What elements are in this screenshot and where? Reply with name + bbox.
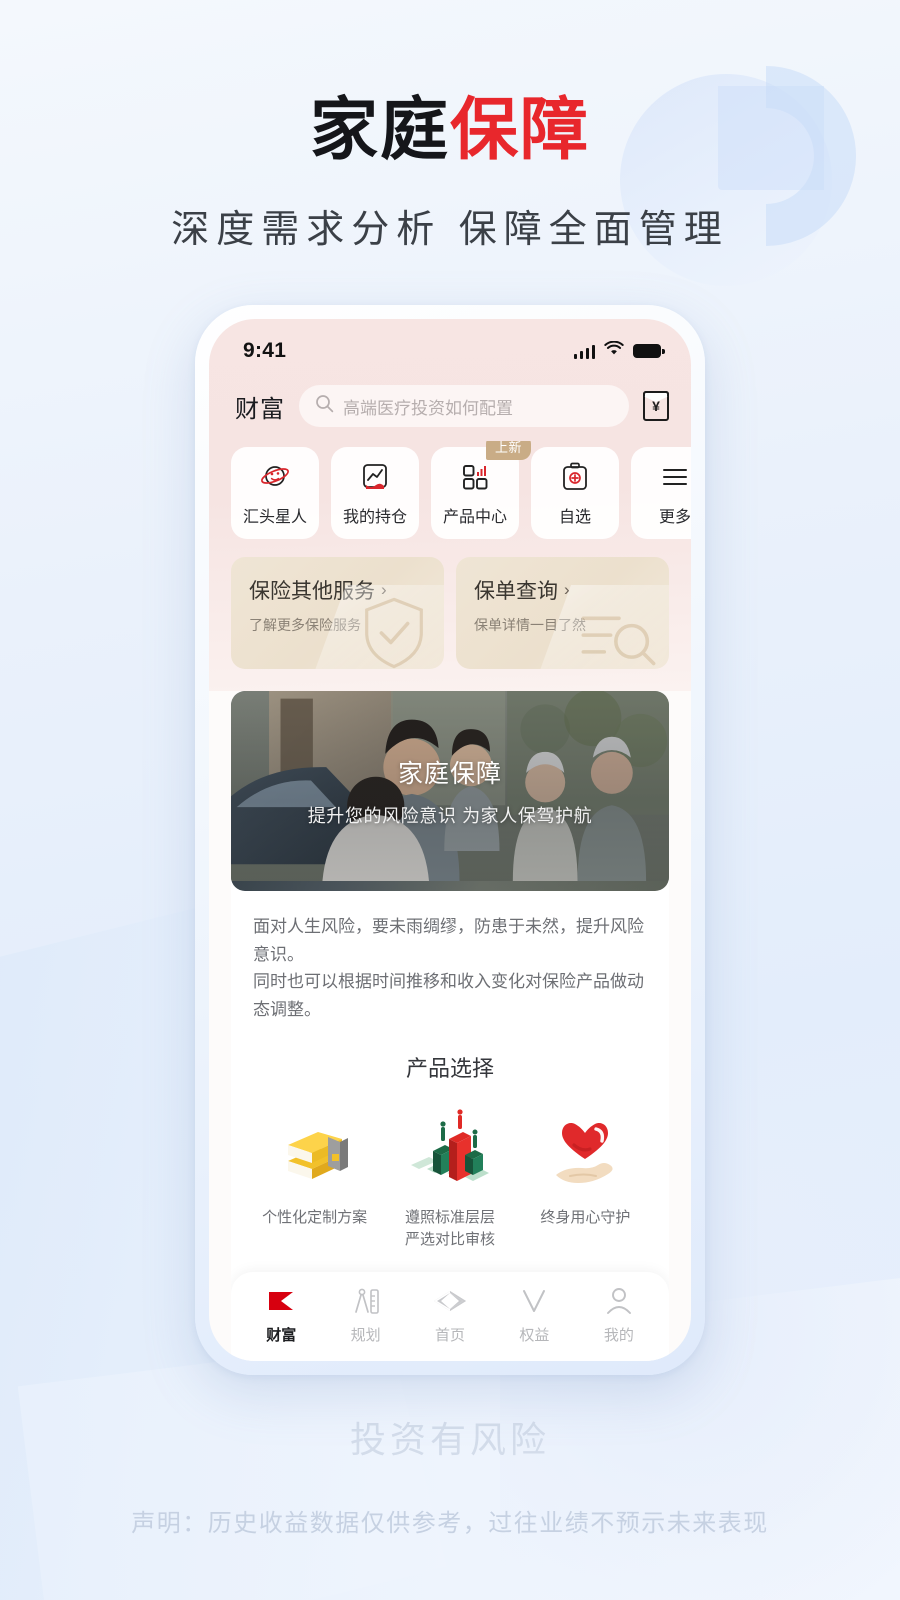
tile-my-holdings[interactable]: 我的持仓 [331, 447, 419, 539]
tile-label: 自选 [558, 508, 591, 526]
tile-product-center[interactable]: 上新 产品中心 [431, 441, 531, 539]
red-packet-icon[interactable]: ¥ [643, 391, 669, 421]
service-cards: 保险其他服务 › 了解更多保险服务 保单查询 › [209, 557, 691, 685]
app-top-region: 9:41 财富 高端医疗投资如何配置 ¥ 汇头星人 我的持仓 上新 产品中心 自… [209, 319, 691, 691]
service-card-title-text: 保单查询 [474, 580, 558, 603]
stacked-books-icon [278, 1107, 352, 1193]
service-card-policy[interactable]: 保单查询 › 保单详情一目了然 [456, 557, 669, 669]
medical-kit-plus-icon [560, 460, 590, 494]
page-title-black: 家庭 [309, 92, 450, 168]
banner-overlay: 家庭保障 提升您的风险意识 为家人保驾护航 [231, 691, 669, 891]
bottom-nav: 财富 规划 首页 权益 我的 [231, 1272, 669, 1361]
battery-icon [633, 344, 665, 358]
hero-banner[interactable]: 家庭保障 提升您的风险意识 为家人保驾护航 [231, 691, 669, 891]
feature-lifetime-care: 终身用心守护 [518, 1107, 653, 1251]
grid-products-icon [459, 460, 491, 494]
heart-in-hand-icon [546, 1107, 624, 1193]
hero-section: 家庭保障 深度需求分析 保障全面管理 [0, 0, 900, 253]
tile-label: 我的持仓 [342, 508, 407, 526]
holdings-chart-icon [359, 460, 391, 494]
document-search-icon [581, 616, 656, 666]
tile-watchlist[interactable]: 自选 [531, 447, 619, 539]
hamburger-more-icon [660, 460, 690, 494]
nav-label: 规划 [350, 1327, 381, 1344]
body-paragraph-1: 面对人生风险，要未雨绸缪，防患于未然，提升风险意识。 [253, 917, 644, 964]
feature-standard-review: 遵照标准层层 严选对比审核 [382, 1107, 517, 1251]
v-benefits-icon [520, 1286, 548, 1316]
bar-chart-city-icon [407, 1107, 493, 1193]
page-title: 家庭保障 [0, 96, 900, 164]
phone-mockup: 9:41 财富 高端医疗投资如何配置 ¥ 汇头星人 我的持仓 上新 产品中心 自… [195, 305, 705, 1375]
content-card: 家庭保障 提升您的风险意识 为家人保驾护航 面对人生风险，要未雨绸缪，防患于未然… [231, 691, 669, 1361]
quick-action-tiles: 汇头星人 我的持仓 上新 产品中心 自选 更多 [209, 441, 691, 557]
nav-item-planning[interactable]: 规划 [323, 1286, 407, 1345]
tile-label: 汇头星人 [242, 508, 307, 526]
planet-face-icon [258, 460, 292, 494]
phone-screen: 9:41 财富 高端医疗投资如何配置 ¥ 汇头星人 我的持仓 上新 产品中心 自… [209, 319, 691, 1361]
footer-headline: 投资有风险 [349, 1419, 550, 1460]
wifi-icon [604, 340, 624, 361]
search-icon [315, 394, 334, 418]
feature-label: 个性化定制方案 [262, 1209, 368, 1227]
tile-label: 产品中心 [442, 508, 507, 526]
shield-check-icon [365, 597, 423, 669]
app-header: 财富 高端医疗投资如何配置 ¥ [209, 373, 691, 441]
nav-item-home[interactable]: 首页 [408, 1286, 492, 1345]
banner-title: 家庭保障 [397, 760, 502, 788]
nav-item-profile[interactable]: 我的 [577, 1286, 661, 1345]
status-time: 9:41 [243, 339, 287, 362]
service-card-insurance[interactable]: 保险其他服务 › 了解更多保险服务 [231, 557, 444, 669]
feature-custom-plan: 个性化定制方案 [247, 1107, 382, 1251]
nav-label: 首页 [435, 1327, 466, 1344]
hsbc-hexagon-icon [433, 1286, 467, 1316]
body-copy: 面对人生风险，要未雨绸缪，防患于未然，提升风险意识。 同时也可以根据时间推移和收… [231, 891, 669, 1029]
section-title: 产品选择 [405, 1056, 494, 1082]
status-icons [573, 340, 665, 361]
tile-huitouxingren[interactable]: 汇头星人 [231, 447, 319, 539]
footer: 投资有风险 声明：历史收益数据仅供参考，过往业绩不预示未来表现 [0, 1411, 900, 1600]
cellular-signal-icon [573, 344, 595, 359]
search-input[interactable]: 高端医疗投资如何配置 [299, 385, 629, 427]
footer-disclaimer: 声明：历史收益数据仅供参考，过往业绩不预示未来表现 [131, 1510, 769, 1537]
status-bar: 9:41 [209, 319, 691, 373]
body-paragraph-2: 同时也可以根据时间推移和收入变化对保险产品做动态调整。 [253, 972, 644, 1019]
tile-label: 更多 [658, 508, 691, 526]
tile-more[interactable]: 更多 [631, 447, 691, 539]
page-subtitle: 深度需求分析 保障全面管理 [171, 209, 729, 251]
page-title-red: 保障 [450, 92, 591, 168]
wealth-flag-icon [267, 1286, 295, 1316]
nav-label: 我的 [603, 1327, 634, 1344]
nav-item-benefits[interactable]: 权益 [492, 1286, 576, 1345]
status-badge: 上新 [485, 441, 531, 460]
nav-item-wealth[interactable]: 财富 [239, 1286, 323, 1345]
nav-label: 财富 [266, 1327, 297, 1344]
page-root: 家庭保障 深度需求分析 保障全面管理 9:41 财富 高端医疗投资如何配置 ¥ … [0, 0, 900, 1600]
feature-list: 个性化定制方案 遵照标准层层 严选对比审核 终身用心守护 [231, 1089, 669, 1251]
feature-label: 遵照标准层层 严选对比审核 [404, 1209, 495, 1248]
compass-ruler-icon [352, 1286, 380, 1316]
feature-label: 终身用心守护 [540, 1209, 631, 1227]
nav-label: 权益 [519, 1327, 550, 1344]
banner-subtitle: 提升您的风险意识 为家人保驾护航 [307, 806, 593, 826]
search-placeholder: 高端医疗投资如何配置 [343, 398, 513, 418]
person-icon [606, 1286, 632, 1316]
app-brand-label: 财富 [235, 395, 285, 423]
